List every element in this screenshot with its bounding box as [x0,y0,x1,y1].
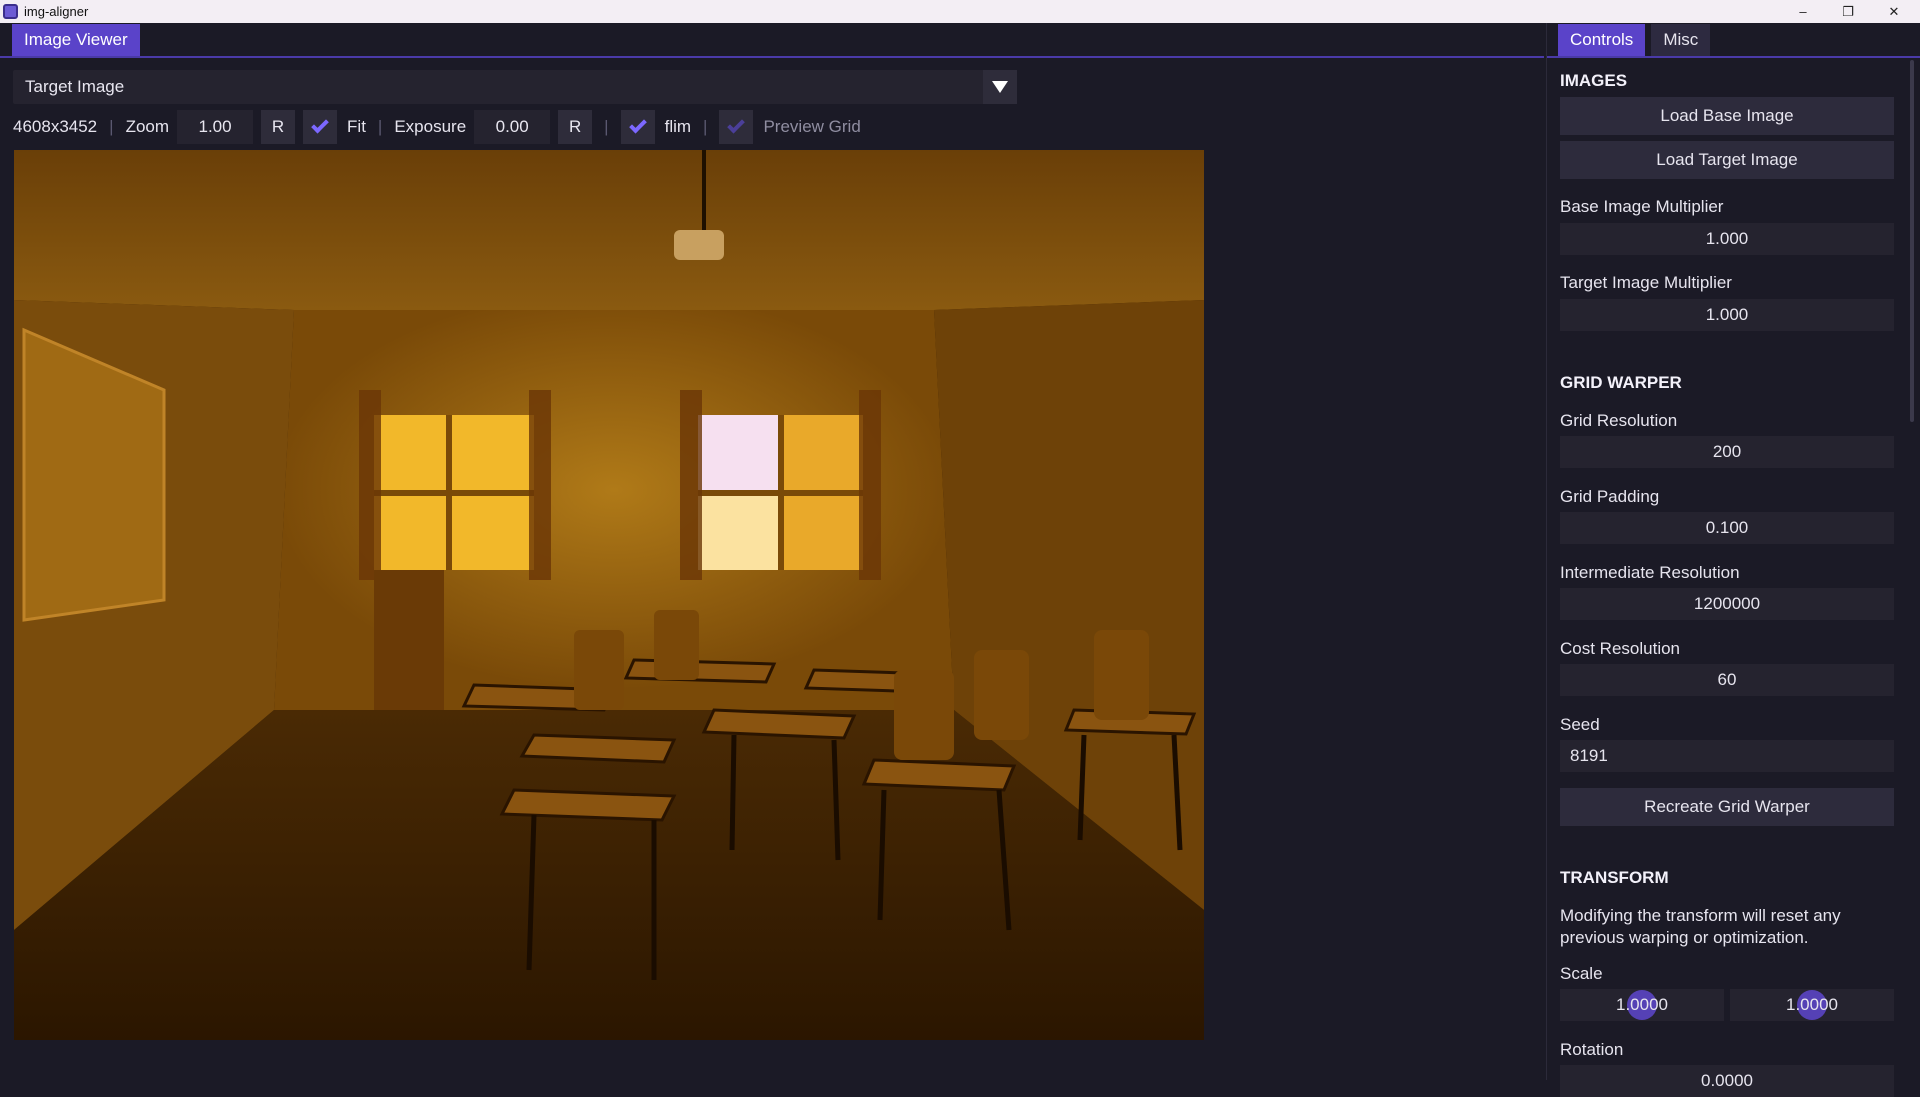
target-multiplier-input[interactable]: 1.000 [1560,299,1894,331]
viewer-toolbar: 4608x3452 | Zoom 1.00 R Fit | Exposure 0… [13,110,861,144]
recreate-grid-warper-button[interactable]: Recreate Grid Warper [1560,788,1894,826]
rotation-input[interactable]: 0.0000 [1560,1065,1894,1097]
seed-label: Seed [1560,715,1600,734]
tab-controls[interactable]: Controls [1558,24,1646,56]
separator: | [109,117,114,136]
exposure-input[interactable]: 0.00 [474,110,551,144]
scale-x-slider[interactable]: 1.0000 [1560,989,1724,1021]
restore-icon[interactable]: ❐ [1826,0,1870,23]
window-title: img-aligner [24,4,89,19]
grid-warper-heading: GRID WARPER [1560,373,1682,392]
image-select-dropdown[interactable]: Target Image [13,70,1017,104]
zoom-reset-button[interactable]: R [261,110,296,144]
image-select-value: Target Image [25,77,125,96]
image-dimensions: 4608x3452 [13,117,98,136]
app-icon [3,4,18,19]
fit-checkbox[interactable] [303,110,338,144]
fit-label: Fit [347,117,366,136]
minimize-icon[interactable]: – [1781,0,1825,23]
intermediate-resolution-input[interactable]: 1200000 [1560,588,1894,620]
transform-heading: TRANSFORM [1560,868,1669,887]
grid-resolution-label: Grid Resolution [1560,411,1678,430]
load-target-image-button[interactable]: Load Target Image [1560,141,1894,179]
grid-padding-input[interactable]: 0.100 [1560,512,1894,544]
right-tab-bar: Controls Misc [1546,23,1920,58]
base-multiplier-input[interactable]: 1.000 [1560,223,1894,255]
transform-note: Modifying the transform will reset any p… [1560,906,1841,947]
classroom-photo [14,150,1204,1040]
separator: | [377,117,383,136]
checkmark-icon [628,115,647,134]
flim-checkbox[interactable] [620,110,655,144]
scale-x-value: 1.0000 [1616,995,1668,1014]
zoom-label: Zoom [125,117,170,136]
preview-grid-checkbox[interactable] [719,110,754,144]
target-multiplier-label: Target Image Multiplier [1560,273,1732,292]
scale-y-value: 1.0000 [1786,995,1838,1014]
grid-padding-label: Grid Padding [1560,487,1660,506]
rotation-label: Rotation [1560,1040,1624,1059]
target-image-canvas[interactable] [14,150,1204,1040]
separator: | [703,117,708,136]
checkmark-icon [727,115,746,134]
title-bar: img-aligner – ❐ ✕ [0,0,1920,23]
preview-grid-label: Preview Grid [763,117,861,136]
panel-divider[interactable] [1546,23,1547,1080]
intermediate-resolution-label: Intermediate Resolution [1560,563,1740,582]
scale-label: Scale [1560,964,1603,983]
base-multiplier-label: Base Image Multiplier [1560,197,1724,216]
scale-y-slider[interactable]: 1.0000 [1730,989,1894,1021]
exposure-reset-button[interactable]: R [558,110,593,144]
zoom-input[interactable]: 1.00 [177,110,254,144]
tab-misc[interactable]: Misc [1651,24,1711,56]
close-icon[interactable]: ✕ [1872,0,1916,23]
scrollbar-thumb[interactable] [1910,60,1914,422]
grid-resolution-input[interactable]: 200 [1560,436,1894,468]
cost-resolution-input[interactable]: 60 [1560,664,1894,696]
images-heading: IMAGES [1560,71,1628,90]
exposure-label: Exposure [394,117,467,136]
tab-image-viewer[interactable]: Image Viewer [12,24,140,56]
dropdown-arrow-icon[interactable] [983,70,1017,104]
load-base-image-button[interactable]: Load Base Image [1560,97,1894,135]
seed-input[interactable]: 8191 [1560,740,1894,772]
checkmark-icon [311,115,329,134]
separator: | [604,117,609,136]
cost-resolution-label: Cost Resolution [1560,639,1681,658]
flim-label: flim [664,117,692,136]
left-tab-bar: Image Viewer [0,23,1544,58]
